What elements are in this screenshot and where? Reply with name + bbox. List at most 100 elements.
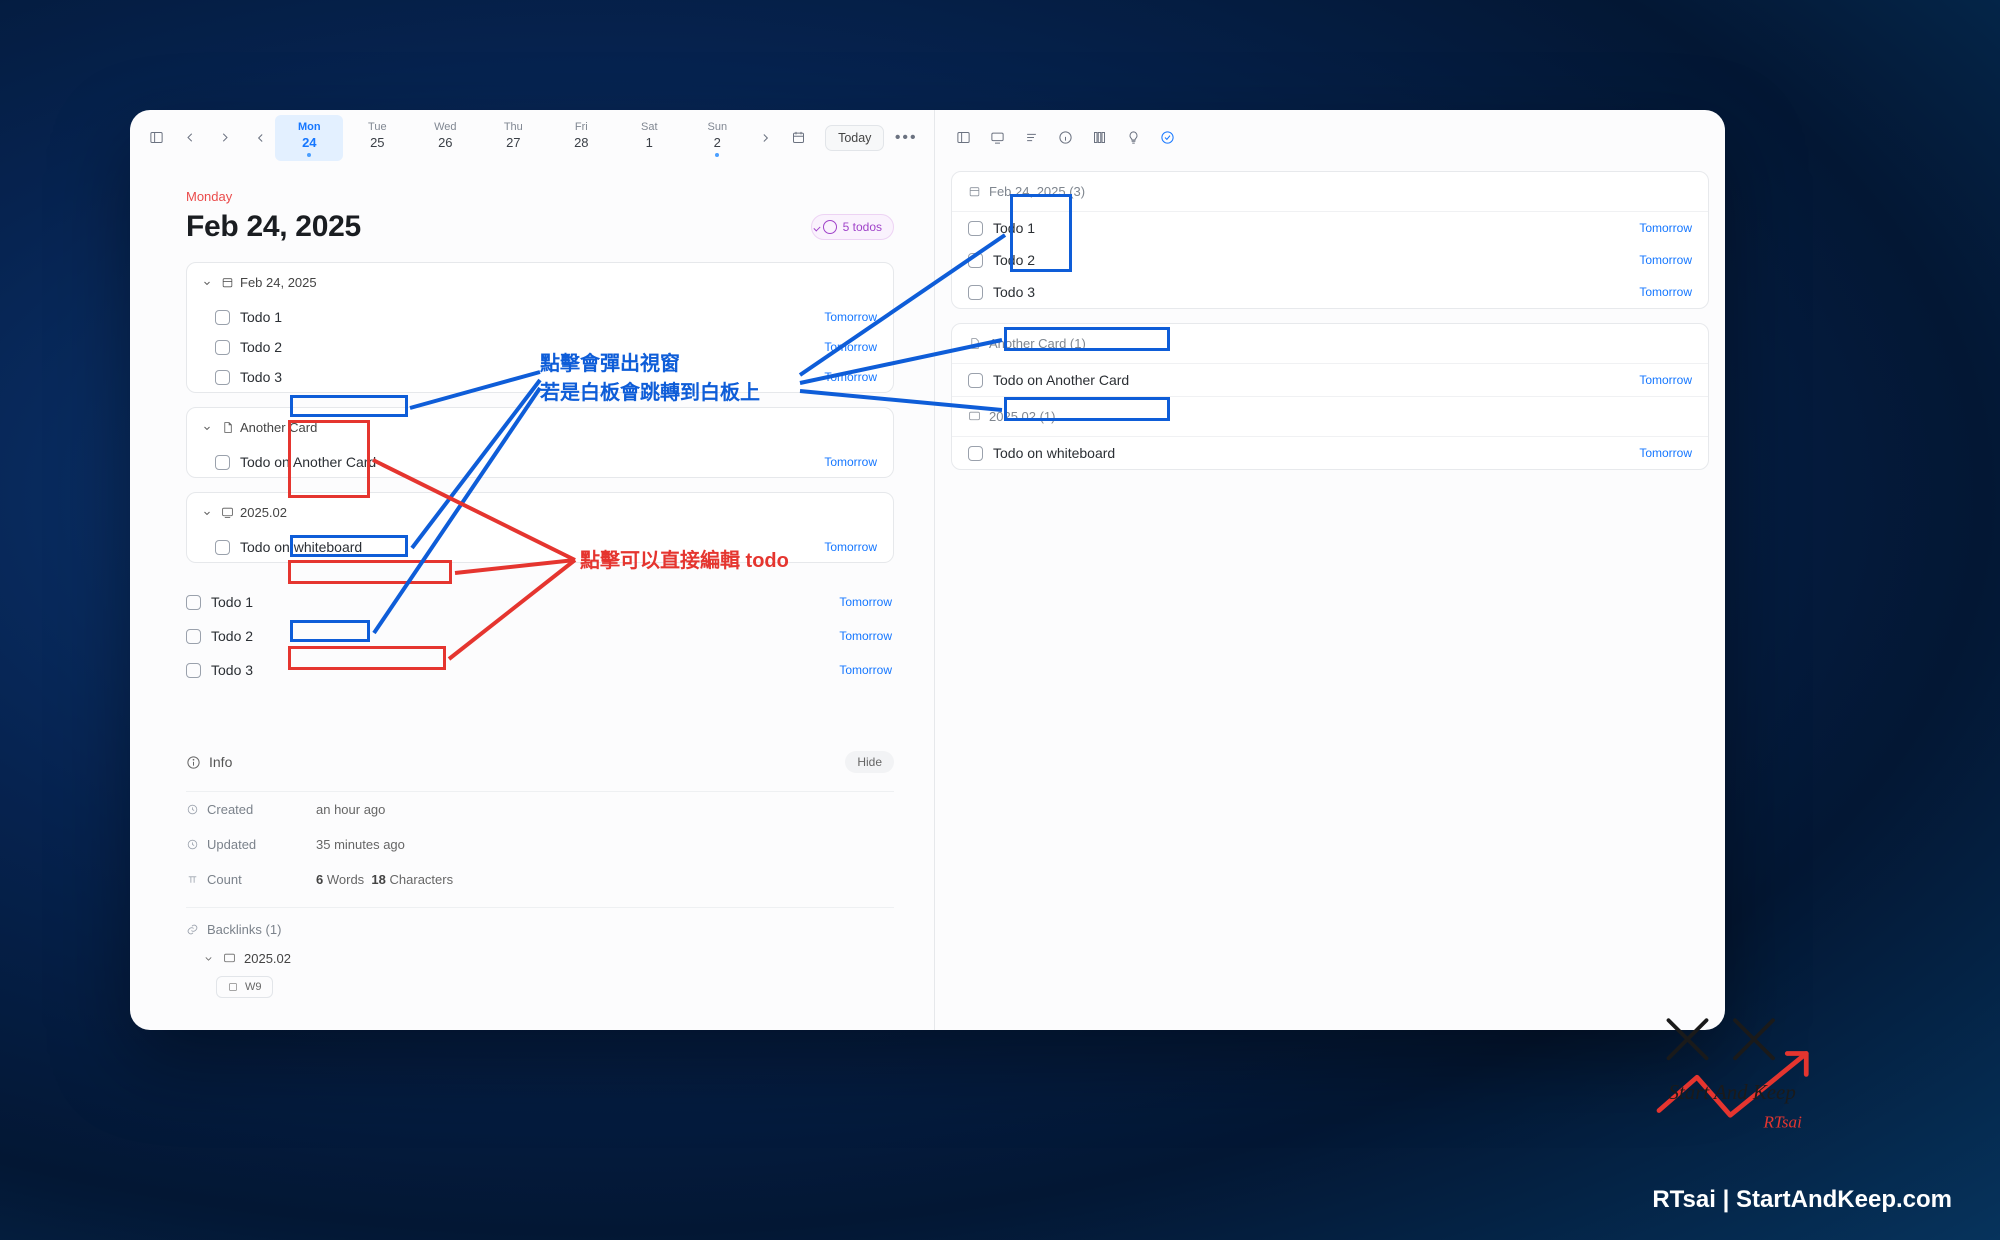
plain-todo-list: Todo 1 Tomorrow Todo 2 Tomorrow Todo 3 T…: [186, 585, 894, 687]
right-todo-row[interactable]: Todo 3 Tomorrow: [952, 276, 1708, 308]
week-days: Mon 24 Tue 25 Wed 26 Th: [275, 115, 751, 161]
todo-checkbox[interactable]: [215, 310, 230, 325]
todo-due[interactable]: Tomorrow: [824, 540, 877, 554]
todo-checkbox[interactable]: [968, 253, 983, 268]
todo-due[interactable]: Tomorrow: [1639, 373, 1692, 387]
todo-due[interactable]: Tomorrow: [824, 370, 877, 384]
todo-text[interactable]: Todo on whiteboard: [240, 539, 362, 555]
panel-toggle-icon[interactable]: [949, 124, 977, 152]
page-title: Feb 24, 2025: [186, 210, 361, 244]
todo-checkbox[interactable]: [186, 663, 201, 678]
card-header[interactable]: Another Card: [187, 408, 893, 447]
todo-checkbox[interactable]: [215, 340, 230, 355]
backlink-chip[interactable]: W9: [216, 976, 273, 998]
whiteboard-icon: [968, 410, 981, 423]
todo-checkbox[interactable]: [186, 629, 201, 644]
todo-due[interactable]: Tomorrow: [839, 629, 892, 643]
today-button[interactable]: Today: [825, 125, 884, 151]
todo-due[interactable]: Tomorrow: [1639, 221, 1692, 235]
todo-checkbox[interactable]: [186, 595, 201, 610]
todo-row[interactable]: Todo 1 Tomorrow: [186, 585, 894, 619]
todo-due[interactable]: Tomorrow: [1639, 446, 1692, 460]
todo-row[interactable]: Todo on Another Card Tomorrow: [187, 447, 893, 477]
todo-row[interactable]: Todo 2 Tomorrow: [186, 619, 894, 653]
day-cell-thu[interactable]: Thu 27: [479, 115, 547, 161]
right-card-head[interactable]: Another Card (1): [952, 324, 1708, 364]
right-todo-row[interactable]: Todo on whiteboard Tomorrow: [952, 437, 1708, 469]
week-next-button[interactable]: [753, 118, 777, 158]
todo-due[interactable]: Tomorrow: [824, 455, 877, 469]
day-cell-sat[interactable]: Sat 1: [615, 115, 683, 161]
right-todo-row[interactable]: Todo on Another Card Tomorrow: [952, 364, 1708, 396]
todo-checkbox[interactable]: [968, 285, 983, 300]
todo-text[interactable]: Todo 1: [240, 309, 282, 325]
card-header[interactable]: Feb 24, 2025: [187, 263, 893, 302]
todo-text[interactable]: Todo on Another Card: [993, 372, 1129, 388]
calendar-icon[interactable]: [785, 124, 811, 152]
todo-due[interactable]: Tomorrow: [839, 595, 892, 609]
todo-text[interactable]: Todo on whiteboard: [993, 445, 1115, 461]
todo-text[interactable]: Todo 1: [211, 594, 253, 610]
backlink-item[interactable]: 2025.02: [186, 945, 894, 972]
link-icon: [186, 923, 199, 936]
right-todo-row[interactable]: Todo 2 Tomorrow: [952, 244, 1708, 276]
calendar-icon: [221, 276, 234, 289]
nav-forward-button[interactable]: [212, 124, 238, 152]
right-card-head[interactable]: Feb 24, 2025 (3): [952, 172, 1708, 212]
more-menu-button[interactable]: •••: [892, 129, 920, 147]
chevron-down-icon: [201, 277, 213, 289]
todo-checkbox[interactable]: [968, 446, 983, 461]
right-todo-row[interactable]: Todo 1 Tomorrow: [952, 212, 1708, 244]
bulb-icon[interactable]: [1119, 124, 1147, 152]
day-cell-fri[interactable]: Fri 28: [547, 115, 615, 161]
todo-due[interactable]: Tomorrow: [1639, 285, 1692, 299]
todo-row[interactable]: Todo 3 Tomorrow: [186, 653, 894, 687]
todo-row[interactable]: Todo on whiteboard Tomorrow: [187, 532, 893, 562]
todo-checkbox[interactable]: [215, 455, 230, 470]
outline-icon[interactable]: [1017, 124, 1045, 152]
todo-view-icon[interactable]: [1153, 124, 1181, 152]
nav-back-button[interactable]: [178, 124, 204, 152]
sidebar-toggle-icon[interactable]: [144, 124, 170, 152]
info-section: Info Hide Created an hour ago Updated 35…: [186, 747, 894, 1006]
day-cell-wed[interactable]: Wed 26: [411, 115, 479, 161]
backlinks-heading[interactable]: Backlinks (1): [186, 922, 894, 937]
node-icon: [227, 981, 239, 993]
day-cell-sun[interactable]: Sun 2: [683, 115, 751, 161]
day-cell-mon[interactable]: Mon 24: [275, 115, 343, 161]
info-row-count: Count 6 Words 18 Characters: [186, 862, 894, 897]
todo-checkbox[interactable]: [215, 370, 230, 385]
todo-text[interactable]: Todo 3: [993, 284, 1035, 300]
todo-checkbox[interactable]: [968, 373, 983, 388]
todo-due[interactable]: Tomorrow: [1639, 253, 1692, 267]
todo-due[interactable]: Tomorrow: [824, 310, 877, 324]
todo-text[interactable]: Todo 1: [993, 220, 1035, 236]
todo-text[interactable]: Todo 3: [240, 369, 282, 385]
week-prev-button[interactable]: [249, 118, 273, 158]
todo-row[interactable]: Todo 2 Tomorrow: [187, 332, 893, 362]
todo-due[interactable]: Tomorrow: [839, 663, 892, 677]
todo-due[interactable]: Tomorrow: [824, 340, 877, 354]
chevron-down-icon: [201, 507, 213, 519]
todo-row[interactable]: Todo 3 Tomorrow: [187, 362, 893, 392]
todo-text[interactable]: Todo 3: [211, 662, 253, 678]
todos-count-badge[interactable]: 5 todos: [811, 214, 894, 240]
todo-row[interactable]: Todo 1 Tomorrow: [187, 302, 893, 332]
info-heading: Info: [186, 754, 232, 770]
todo-text[interactable]: Todo 2: [993, 252, 1035, 268]
text-icon: [186, 873, 199, 886]
todo-text[interactable]: Todo on Another Card: [240, 454, 376, 470]
library-icon[interactable]: [1085, 124, 1113, 152]
right-card-subhead[interactable]: 2025.02 (1): [952, 396, 1708, 437]
todo-checkbox[interactable]: [215, 540, 230, 555]
card-header[interactable]: 2025.02: [187, 493, 893, 532]
info-icon[interactable]: [1051, 124, 1079, 152]
info-icon: [186, 755, 201, 770]
hide-button[interactable]: Hide: [845, 751, 894, 773]
present-icon[interactable]: [983, 124, 1011, 152]
todo-text[interactable]: Todo 2: [240, 339, 282, 355]
todo-text[interactable]: Todo 2: [211, 628, 253, 644]
todo-checkbox[interactable]: [968, 221, 983, 236]
day-cell-tue[interactable]: Tue 25: [343, 115, 411, 161]
chevron-down-icon: [202, 952, 215, 965]
